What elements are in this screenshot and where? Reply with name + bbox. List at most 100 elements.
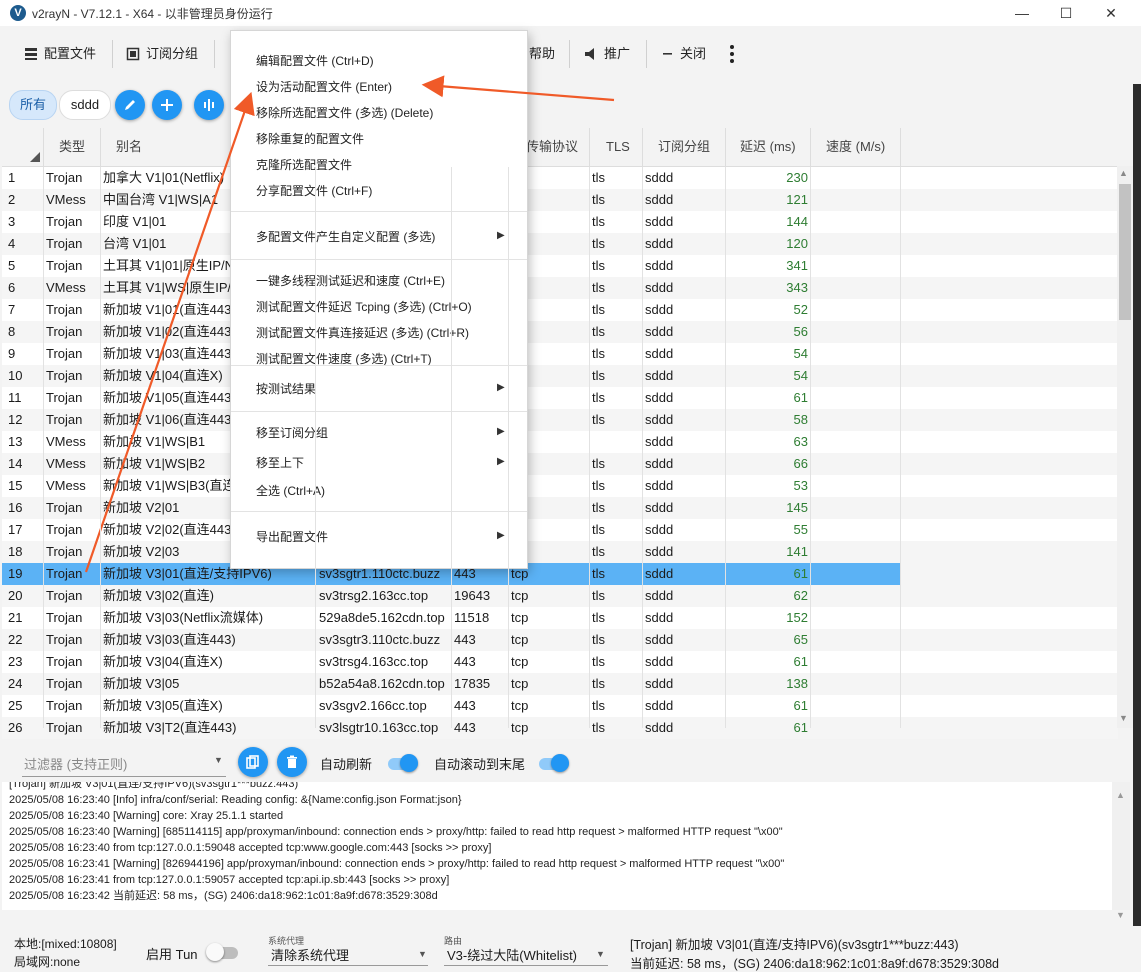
log-panel[interactable]: [Trojan] 新加坡 V3|01(直连/支持IPV6)(sv3sgtr1**…: [2, 782, 1118, 910]
system-proxy-select[interactable]: 清除系统代理 ▼: [268, 945, 428, 966]
copy-log-button[interactable]: [238, 747, 268, 777]
minimize-button[interactable]: —: [1010, 3, 1034, 23]
context-menu-item[interactable]: 导出配置文件: [256, 528, 328, 545]
table-row[interactable]: 1Trojan加拿大 V1|01(Netflix)ptlssddd230: [2, 167, 1118, 189]
table-row[interactable]: 11Trojan新加坡 V1|05(直连443)ptlssddd61: [2, 387, 1118, 409]
menu-separator: [231, 411, 527, 412]
table-cell-net: tcp: [511, 676, 529, 691]
table-row[interactable]: 5Trojan土耳其 V1|01|原生IP/Neptlssddd341: [2, 255, 1118, 277]
table-row[interactable]: 9Trojan新加坡 V1|03(直连443)ptlssddd54: [2, 343, 1118, 365]
help-menu-button[interactable]: 帮助: [529, 42, 555, 66]
toolbar-divider: [112, 40, 113, 68]
table-cell-sub: sddd: [645, 632, 674, 647]
log-scrollbar[interactable]: [1112, 782, 1130, 910]
profiles-menu-label: 配置文件: [44, 46, 97, 61]
table-cell-n: 17: [8, 522, 23, 537]
table-cell-port: 11518: [454, 610, 490, 625]
filter-chip-all[interactable]: 所有: [9, 90, 57, 120]
clear-log-button[interactable]: [277, 747, 307, 777]
header-type[interactable]: 类型: [59, 128, 85, 166]
table-cell-type: VMess: [46, 456, 86, 471]
table-row[interactable]: 18Trojan新加坡 V2|03ptlssddd141: [2, 541, 1118, 563]
table-row[interactable]: 8Trojan新加坡 V1|02(直连443)ptlssddd56: [2, 321, 1118, 343]
context-menu-item[interactable]: 移至订阅分组: [256, 424, 328, 441]
header-subscription[interactable]: 订阅分组: [658, 128, 710, 166]
table-cell-n: 19: [8, 566, 23, 581]
table-row[interactable]: 21 Trojan 新加坡 V3|03(Netflix流媒体) 529a8de5.16…: [2, 607, 1118, 629]
table-cell-sub: sddd: [645, 566, 674, 581]
table-row[interactable]: 6 VMess 土耳其 V1|WS|原生IP/N tls sddd 343: [2, 277, 1118, 299]
table-cell-net: tcp: [511, 720, 529, 735]
context-menu-item[interactable]: 设为活动配置文件 (Enter): [256, 78, 392, 95]
context-menu-item[interactable]: 测试配置文件真连接延迟 (多选) (Ctrl+R): [256, 324, 469, 341]
header-tls[interactable]: TLS: [606, 128, 630, 166]
promotion-button[interactable]: 推广: [584, 42, 630, 66]
table-cell-type: Trojan: [46, 368, 83, 383]
scroll-up-arrow-icon[interactable]: ▲: [1119, 168, 1128, 178]
context-menu-item[interactable]: 按测试结果: [256, 380, 316, 397]
table-row[interactable]: 4Trojan台湾 V1|01ptlssddd120: [2, 233, 1118, 255]
table-cell-delay: 53: [793, 478, 808, 493]
table-row[interactable]: 17Trojan新加坡 V2|02(直连443)ptlssddd55: [2, 519, 1118, 541]
context-menu-item[interactable]: 编辑配置文件 (Ctrl+D): [256, 52, 374, 69]
context-menu-item[interactable]: 移除重复的配置文件: [256, 130, 364, 147]
table-row[interactable]: 13 VMess 新加坡 V1|WS|B1 sddd 63: [2, 431, 1118, 453]
context-menu-item[interactable]: 测试配置文件延迟 Tcping (多选) (Ctrl+O): [256, 298, 472, 315]
close-app-button[interactable]: 关闭: [662, 42, 706, 66]
current-delay-info: 当前延迟: 58 ms，(SG) 2406:da18:962:1c01:8a9f…: [630, 957, 999, 971]
table-row[interactable]: 15 VMess 新加坡 V1|WS|B3(直连) tls sddd 53: [2, 475, 1118, 497]
filter-chip-sddd[interactable]: sddd: [59, 90, 111, 120]
table-row[interactable]: 3Trojan印度 V1|01ptlssddd144: [2, 211, 1118, 233]
table-cell-type: Trojan: [46, 324, 83, 339]
table-row[interactable]: 23 Trojan 新加坡 V3|04(直连X) sv3trsg4.163cc.top…: [2, 651, 1118, 673]
table-row[interactable]: 2 VMess 中国台湾 V1|WS|A1 tls sddd 121: [2, 189, 1118, 211]
grid-scroll-thumb[interactable]: [1119, 184, 1131, 320]
table-row[interactable]: 22 Trojan 新加坡 V3|03(直连443) sv3sgtr3.110ctc.…: [2, 629, 1118, 651]
table-cell-sub: sddd: [645, 192, 674, 207]
table-cell-tls: tls: [592, 368, 605, 383]
update-subscription-button[interactable]: [194, 90, 224, 120]
header-network[interactable]: 传输协议: [526, 128, 578, 166]
table-row[interactable]: 25 Trojan 新加坡 V3|05(直连X) sv3sgv2.166cc.top 4…: [2, 695, 1118, 717]
maximize-button[interactable]: ☐: [1054, 3, 1078, 23]
context-menu-item[interactable]: 一键多线程测试延迟和速度 (Ctrl+E): [256, 272, 445, 289]
table-row[interactable]: 12Trojan新加坡 V1|06(直连443)ptlssddd58: [2, 409, 1118, 431]
table-cell-type: Trojan: [46, 346, 83, 361]
table-row[interactable]: 14 VMess 新加坡 V1|WS|B2 tls sddd 66: [2, 453, 1118, 475]
subscriptions-menu-button[interactable]: 订阅分组: [126, 42, 198, 66]
close-window-button[interactable]: ✕: [1099, 3, 1123, 23]
header-alias[interactable]: 别名: [116, 128, 142, 166]
context-menu-item[interactable]: 移除所选配置文件 (多选) (Delete): [256, 104, 433, 121]
table-cell-sub: sddd: [645, 302, 674, 317]
table-cell-type: Trojan: [46, 566, 83, 581]
log-scroll-up-icon[interactable]: ▲: [1116, 790, 1125, 800]
table-row[interactable]: 24 Trojan 新加坡 V3|05 b52a54a8.162cdn.top 1783…: [2, 673, 1118, 695]
scroll-down-arrow-icon[interactable]: ▼: [1119, 713, 1128, 723]
routing-select[interactable]: V3-绕过大陆(Whitelist) ▼: [444, 945, 608, 966]
table-row[interactable]: 26 Trojan 新加坡 V3|T2(直连443) sv3lsgtr10.163cc…: [2, 717, 1118, 739]
table-cell-delay: 120: [786, 236, 808, 251]
table-row-selected[interactable]: 19 Trojan 新加坡 V3|01(直连/支持IPV6) sv3sgtr1.110…: [2, 563, 1118, 585]
copy-icon: [246, 755, 259, 769]
table-cell-tls: tls: [592, 500, 605, 515]
table-cell-delay: 54: [793, 368, 808, 383]
header-delay[interactable]: 延迟 (ms): [740, 128, 796, 166]
edit-subscription-button[interactable]: [115, 90, 145, 120]
context-menu-item[interactable]: 克隆所选配置文件: [256, 156, 352, 173]
context-menu-item[interactable]: 多配置文件产生自定义配置 (多选): [256, 228, 435, 245]
more-options-icon[interactable]: [726, 44, 738, 64]
table-cell-n: 22: [8, 632, 23, 647]
dropdown-arrow-icon[interactable]: ▼: [214, 755, 223, 765]
add-subscription-button[interactable]: [152, 90, 182, 120]
table-row[interactable]: 16Trojan新加坡 V2|01ptlssddd145: [2, 497, 1118, 519]
table-row[interactable]: 7Trojan新加坡 V1|01(直连443)ptlssddd52: [2, 299, 1118, 321]
table-row[interactable]: 20 Trojan 新加坡 V3|02(直连) sv3trsg2.163cc.top 1…: [2, 585, 1118, 607]
table-cell-delay: 54: [793, 346, 808, 361]
table-row[interactable]: 10Trojan新加坡 V1|04(直连X)ptlssddd54: [2, 365, 1118, 387]
table-cell-delay: 55: [793, 522, 808, 537]
filter-input[interactable]: 过滤器 (支持正则) ▼: [22, 748, 226, 777]
profiles-menu-button[interactable]: 配置文件: [24, 42, 96, 66]
log-scroll-down-icon[interactable]: ▼: [1116, 910, 1125, 920]
header-speed[interactable]: 速度 (M/s): [826, 128, 885, 166]
context-menu-item[interactable]: 移至上下: [256, 454, 304, 471]
